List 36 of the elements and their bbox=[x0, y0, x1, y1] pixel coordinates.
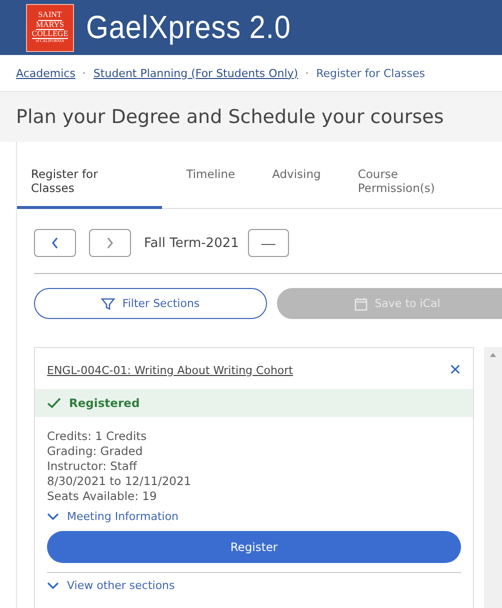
course-title-link[interactable]: ENGL-004C-01: Writing About Writing Cohort bbox=[47, 364, 293, 376]
breadcrumb-separator-icon bbox=[306, 72, 308, 74]
breadcrumb-link[interactable]: Academics bbox=[16, 66, 76, 80]
collapse-button[interactable]: — bbox=[248, 229, 289, 257]
chevron-left-icon bbox=[50, 236, 60, 250]
scrollbar[interactable] bbox=[484, 347, 502, 608]
tab[interactable]: Course Permission(s) bbox=[344, 160, 491, 209]
app-title: GaelXpress 2.0 bbox=[86, 9, 291, 46]
meeting-information-toggle[interactable]: Meeting Information bbox=[47, 510, 461, 523]
tab[interactable]: Register for Classes bbox=[17, 160, 162, 209]
chevron-right-icon bbox=[105, 236, 115, 250]
page-title: Plan your Degree and Schedule your courses bbox=[16, 106, 444, 128]
breadcrumb-separator-icon bbox=[83, 72, 86, 74]
register-button[interactable]: Register bbox=[47, 531, 461, 563]
tab[interactable]: Timeline bbox=[173, 160, 248, 209]
filter-sections-button[interactable]: Filter Sections bbox=[34, 288, 267, 319]
tab[interactable]: Advising bbox=[259, 160, 334, 209]
scroll-up-icon[interactable] bbox=[490, 353, 496, 357]
view-other-sections-toggle[interactable]: View other sections bbox=[47, 579, 461, 592]
next-term-button[interactable] bbox=[89, 229, 131, 257]
breadcrumb-link[interactable]: Student Planning (For Students Only) bbox=[93, 66, 298, 80]
status-text: Registered bbox=[69, 396, 140, 410]
course-detail: Instructor: Staff bbox=[47, 459, 138, 474]
course-detail: Credits: 1 Credits bbox=[47, 429, 148, 444]
calendar-icon bbox=[354, 296, 368, 310]
chevron-down-icon bbox=[47, 582, 59, 590]
course-detail: Seats Available: 19 bbox=[47, 489, 158, 504]
course-detail: 8/30/2021 to 12/11/2021 bbox=[47, 474, 192, 489]
filter-icon bbox=[101, 296, 116, 310]
check-icon bbox=[47, 397, 61, 409]
term-label: Fall Term-2021 bbox=[144, 236, 239, 250]
breadcrumb-current: Register for Classes bbox=[316, 66, 425, 80]
chevron-down-icon bbox=[47, 512, 59, 520]
close-button[interactable]: × bbox=[449, 360, 461, 380]
previous-term-button[interactable] bbox=[34, 229, 76, 257]
course-detail: Grading: Graded bbox=[47, 444, 144, 459]
